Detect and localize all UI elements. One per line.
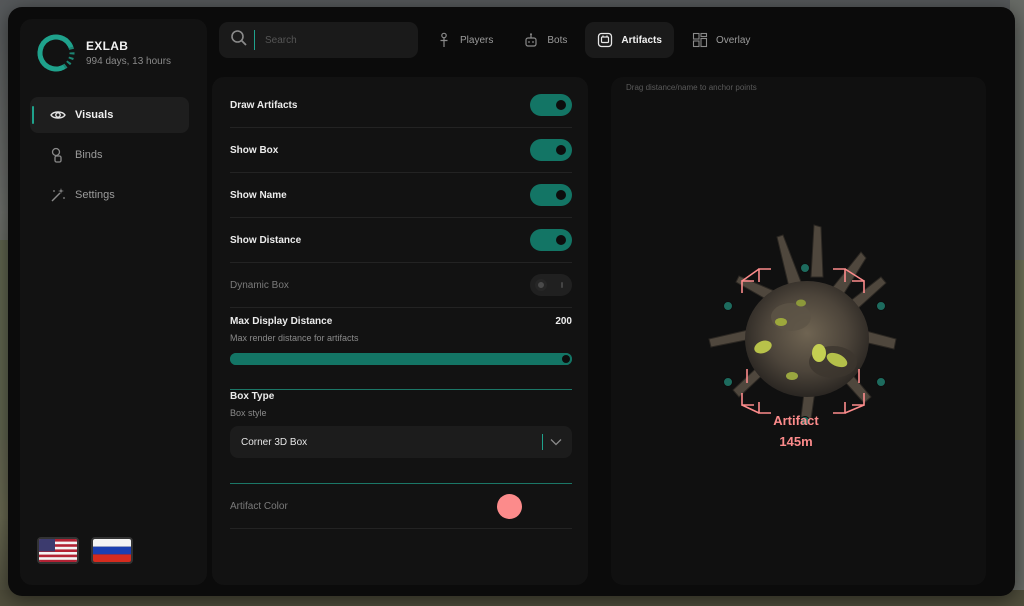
anchor-point-top	[800, 263, 810, 273]
artifact-name-label[interactable]: Artifact	[751, 413, 841, 428]
brand-logo-icon	[37, 34, 75, 72]
anchor-point-top-right	[876, 301, 886, 311]
anchor-point-bottom-left	[723, 377, 733, 387]
max-distance-slider[interactable]	[230, 353, 572, 365]
artifact-distance-label[interactable]: 145m	[751, 434, 841, 449]
setting-show-distance: Show Distance	[230, 218, 572, 263]
setting-max-distance: Max Display Distance 200 Max render dist…	[230, 316, 572, 365]
brand-name: EXLAB	[86, 39, 129, 53]
select-divider	[542, 434, 543, 450]
section-divider	[230, 389, 572, 390]
setting-box-type: Box Type Box style Corner 3D Box	[230, 391, 572, 458]
search-input[interactable]	[265, 34, 405, 46]
sidebar-item-label: Visuals	[75, 109, 114, 121]
keychain-icon	[50, 147, 66, 163]
preview-canvas	[708, 224, 897, 426]
tab-label: Bots	[547, 34, 568, 46]
sidebar-item-settings[interactable]: Settings	[30, 177, 189, 213]
language-selector	[37, 537, 133, 564]
setting-label: Box Type	[230, 391, 275, 402]
eye-icon	[50, 107, 66, 123]
show-name-toggle[interactable]	[530, 184, 572, 206]
sidebar-nav: Visuals Binds Settings	[30, 97, 189, 217]
tab-bots[interactable]: Bots	[511, 22, 579, 58]
setting-description: Box style	[230, 408, 267, 418]
show-box-toggle[interactable]	[530, 139, 572, 161]
search-divider	[254, 30, 255, 50]
artifact-model	[708, 224, 897, 420]
tab-label: Artifacts	[621, 34, 662, 46]
setting-label: Draw Artifacts	[230, 99, 298, 111]
top-bar: Players Bots Artifacts Overlay	[219, 21, 999, 59]
tab-artifacts[interactable]: Artifacts	[585, 22, 674, 58]
setting-label: Max Display Distance	[230, 316, 333, 327]
setting-label: Show Name	[230, 189, 287, 201]
app-window: EXLAB 994 days, 13 hours Visuals Binds S…	[8, 7, 1015, 596]
magic-wand-icon	[50, 187, 66, 203]
setting-label: Dynamic Box	[230, 279, 289, 291]
setting-label: Artifact Color	[230, 500, 288, 512]
artifact-settings-panel: Draw Artifacts Show Box Show Name Show D…	[212, 77, 588, 585]
anchor-point-top-left	[723, 301, 733, 311]
chevron-down-icon	[550, 433, 562, 451]
tab-label: Players	[460, 34, 494, 46]
slider-fill	[230, 353, 572, 365]
sidebar-item-label: Settings	[75, 189, 115, 201]
setting-description: Max render distance for artifacts	[230, 333, 359, 343]
setting-label: Show Distance	[230, 234, 302, 246]
box-type-select[interactable]: Corner 3D Box	[230, 426, 572, 458]
artifact-color-swatch[interactable]	[497, 494, 522, 519]
setting-show-name: Show Name	[230, 173, 572, 218]
sidebar-item-label: Binds	[75, 149, 103, 161]
dynamic-box-toggle[interactable]	[530, 274, 572, 296]
overlay-icon	[692, 32, 708, 48]
slider-thumb[interactable]	[562, 355, 570, 363]
draw-artifacts-toggle[interactable]	[530, 94, 572, 116]
subscription-time: 994 days, 13 hours	[86, 56, 172, 67]
setting-draw-artifacts: Draw Artifacts	[230, 83, 572, 128]
setting-show-box: Show Box	[230, 128, 572, 173]
setting-label: Show Box	[230, 144, 279, 156]
slider-value: 200	[555, 316, 572, 327]
sidebar: EXLAB 994 days, 13 hours Visuals Binds S…	[20, 19, 207, 585]
sidebar-item-visuals[interactable]: Visuals	[30, 97, 189, 133]
sidebar-item-binds[interactable]: Binds	[30, 137, 189, 173]
tab-players[interactable]: Players	[424, 22, 505, 58]
show-distance-toggle[interactable]	[530, 229, 572, 251]
tab-label: Overlay	[715, 34, 751, 46]
us-flag-icon[interactable]	[37, 537, 79, 564]
brand: EXLAB 994 days, 13 hours	[36, 33, 171, 73]
search-icon	[230, 29, 248, 52]
setting-artifact-color: Artifact Color	[230, 484, 572, 529]
artifact-icon	[597, 32, 613, 48]
anchor-point-bottom-right	[876, 377, 886, 387]
esp-preview-panel: Drag distance/name to anchor points Arti…	[611, 77, 986, 585]
player-icon	[436, 32, 452, 48]
select-value: Corner 3D Box	[241, 436, 308, 448]
ru-flag-icon[interactable]	[91, 537, 133, 564]
tab-overlay[interactable]: Overlay	[680, 22, 762, 58]
setting-dynamic-box: Dynamic Box	[230, 263, 572, 308]
bot-icon	[523, 32, 539, 48]
search-box	[219, 22, 418, 58]
